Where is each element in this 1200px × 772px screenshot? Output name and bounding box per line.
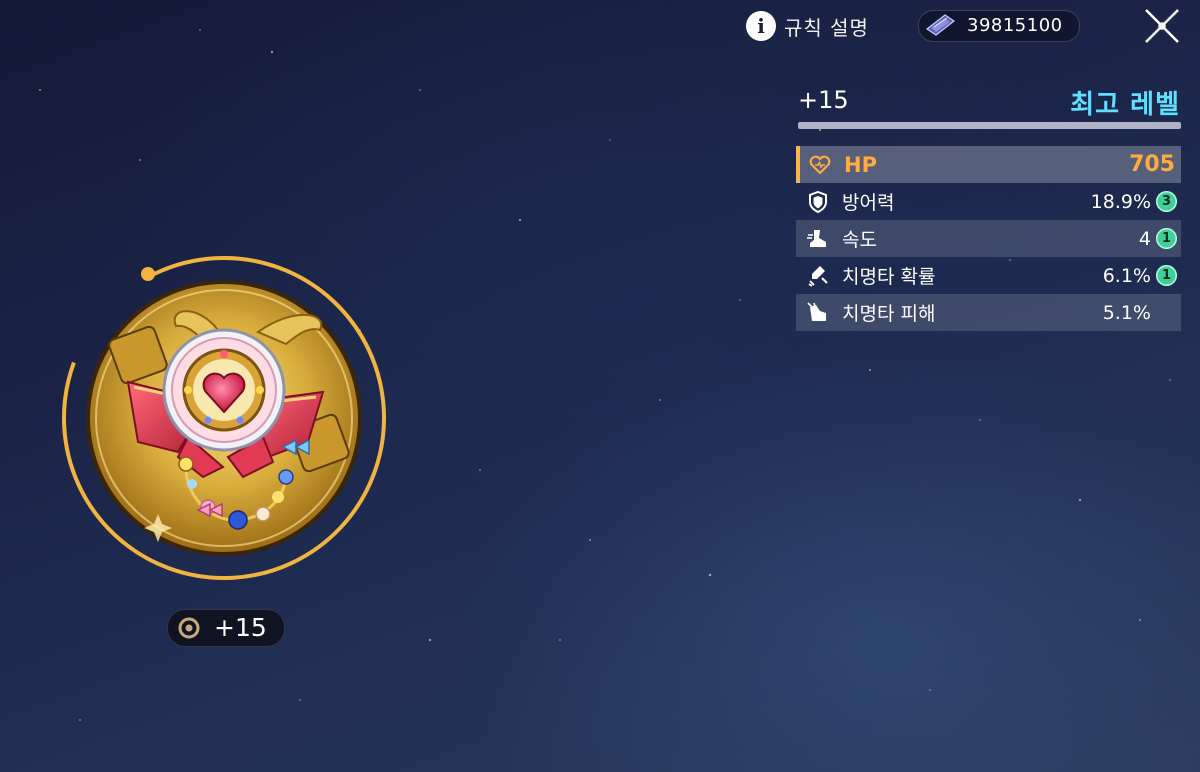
- boot-icon: [807, 230, 826, 247]
- stat-row-defense: 방어력 18.9% 3: [796, 183, 1181, 220]
- stat-row-speed: 속도 4 1: [796, 220, 1181, 257]
- currency-value: 39815100: [967, 15, 1063, 36]
- stats-list: HP 705 방어력 18.9% 3 속도 4 1 치명타 확률 6.1% 1: [796, 146, 1181, 331]
- stat-label: 속도: [842, 229, 877, 251]
- stat-row-hp: HP 705: [796, 146, 1181, 183]
- stat-badge: 1: [1156, 265, 1177, 286]
- info-icon: i: [746, 11, 776, 41]
- currency-display: 39815100: [918, 10, 1080, 42]
- crit-damage-icon: [807, 302, 826, 321]
- stat-value: 6.1%: [1102, 264, 1151, 287]
- close-icon[interactable]: [1140, 4, 1184, 48]
- stat-badge: 1: [1156, 228, 1177, 249]
- stat-value: 705: [1129, 152, 1175, 177]
- stat-row-crit-chance: 치명타 확률 6.1% 1: [796, 257, 1181, 294]
- crit-chance-icon: [808, 266, 828, 287]
- enhance-ring-icon: [178, 617, 200, 639]
- stat-label: 방어력: [842, 192, 895, 214]
- level-progress-bar: [798, 122, 1181, 129]
- stat-value: 4: [1138, 227, 1151, 250]
- heart-icon: [809, 155, 831, 175]
- max-level-label: 최고 레벨: [1070, 90, 1180, 120]
- stat-value: 5.1%: [1102, 301, 1151, 324]
- current-level: +15: [798, 86, 849, 114]
- rules-label: 규칙 설명: [784, 15, 869, 40]
- stat-badge: 3: [1156, 191, 1177, 212]
- stat-label: 치명타 피해: [842, 303, 936, 325]
- item-level-label: +15: [214, 613, 267, 642]
- item-artwork: [62, 256, 386, 580]
- shield-icon: [809, 190, 827, 214]
- stat-value: 18.9%: [1090, 190, 1151, 213]
- stat-label: 치명타 확률: [842, 266, 936, 288]
- ticket-icon: [925, 14, 956, 36]
- stat-label: HP: [844, 152, 877, 177]
- item-level-badge: +15: [167, 609, 285, 647]
- rules-button[interactable]: i 규칙 설명: [746, 10, 869, 42]
- stat-row-crit-damage: 치명타 피해 5.1%: [796, 294, 1181, 331]
